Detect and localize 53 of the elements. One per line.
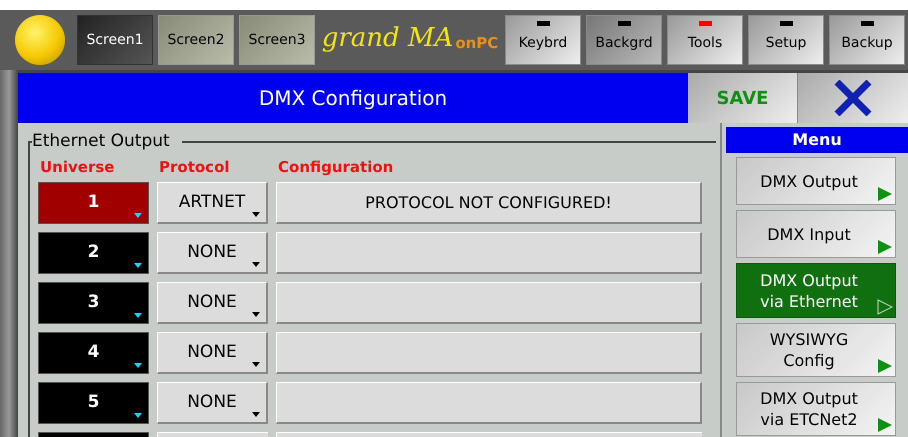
play-icon bbox=[877, 186, 893, 202]
protocol-dropdown[interactable]: NONE bbox=[157, 382, 268, 424]
play-icon bbox=[877, 299, 893, 315]
protocol-dropdown[interactable]: NONE bbox=[157, 232, 268, 274]
column-header: Universe bbox=[39, 156, 116, 178]
toolbar-button[interactable]: Backgrd bbox=[586, 15, 662, 65]
configuration-field[interactable] bbox=[276, 382, 702, 424]
dialog-title: DMX Configuration bbox=[18, 73, 688, 123]
caret-icon bbox=[134, 213, 142, 218]
menu-item[interactable]: DMX Output via ETCNet2 bbox=[736, 382, 896, 436]
play-icon bbox=[877, 239, 893, 255]
play-icon bbox=[877, 417, 893, 433]
configuration-field[interactable] bbox=[276, 332, 702, 374]
universe-selector[interactable]: 2 bbox=[38, 232, 149, 274]
protocol-dropdown[interactable]: NONE bbox=[157, 282, 268, 324]
toolbar-button[interactable]: Setup bbox=[748, 15, 824, 65]
screen-tab[interactable]: Screen3 bbox=[239, 15, 315, 65]
caret-icon bbox=[252, 312, 260, 317]
screen-tab[interactable]: Screen2 bbox=[158, 15, 234, 65]
caret-icon bbox=[252, 412, 260, 417]
protocol-dropdown[interactable]: ARTNET bbox=[157, 182, 268, 224]
logo-text: grand MA bbox=[322, 25, 454, 51]
configuration-field[interactable]: PROTOCOL NOT CONFIGURED! bbox=[276, 182, 702, 224]
play-icon bbox=[877, 358, 893, 374]
screen-tab[interactable]: Screen1 bbox=[77, 15, 153, 65]
caret-icon bbox=[134, 363, 142, 368]
toolbar-button[interactable]: Tools bbox=[667, 15, 743, 65]
caret-icon bbox=[252, 362, 260, 367]
menu-title: Menu bbox=[726, 127, 908, 153]
toolbar-button[interactable]: Backup bbox=[829, 15, 905, 65]
column-header: Configuration bbox=[277, 156, 394, 178]
close-button[interactable] bbox=[798, 73, 908, 123]
universe-selector[interactable]: 3 bbox=[38, 282, 149, 324]
menu-item[interactable]: DMX Input bbox=[736, 210, 896, 258]
close-icon bbox=[833, 80, 873, 116]
toolbar-button[interactable]: Keybrd bbox=[505, 15, 581, 65]
menu-item[interactable]: WYSIWYG Config bbox=[736, 323, 896, 377]
caret-icon bbox=[252, 212, 260, 217]
configuration-field[interactable] bbox=[276, 232, 702, 274]
protocol-dropdown[interactable]: NONE bbox=[157, 332, 268, 374]
section-legend: Ethernet Output bbox=[32, 131, 182, 151]
caret-icon bbox=[134, 313, 142, 318]
caret-icon bbox=[134, 413, 142, 418]
menu-item[interactable]: DMX Output bbox=[736, 157, 896, 205]
universe-selector[interactable]: 5 bbox=[38, 382, 149, 424]
menu-item[interactable]: DMX Output via Ethernet bbox=[736, 263, 896, 318]
logo-suffix: onPC bbox=[455, 36, 498, 51]
configuration-field[interactable] bbox=[276, 282, 702, 324]
universe-selector[interactable]: 4 bbox=[38, 332, 149, 374]
caret-icon bbox=[134, 263, 142, 268]
caret-icon bbox=[252, 262, 260, 267]
column-header: Protocol bbox=[158, 156, 231, 178]
universe-selector[interactable]: 1 bbox=[38, 182, 149, 224]
